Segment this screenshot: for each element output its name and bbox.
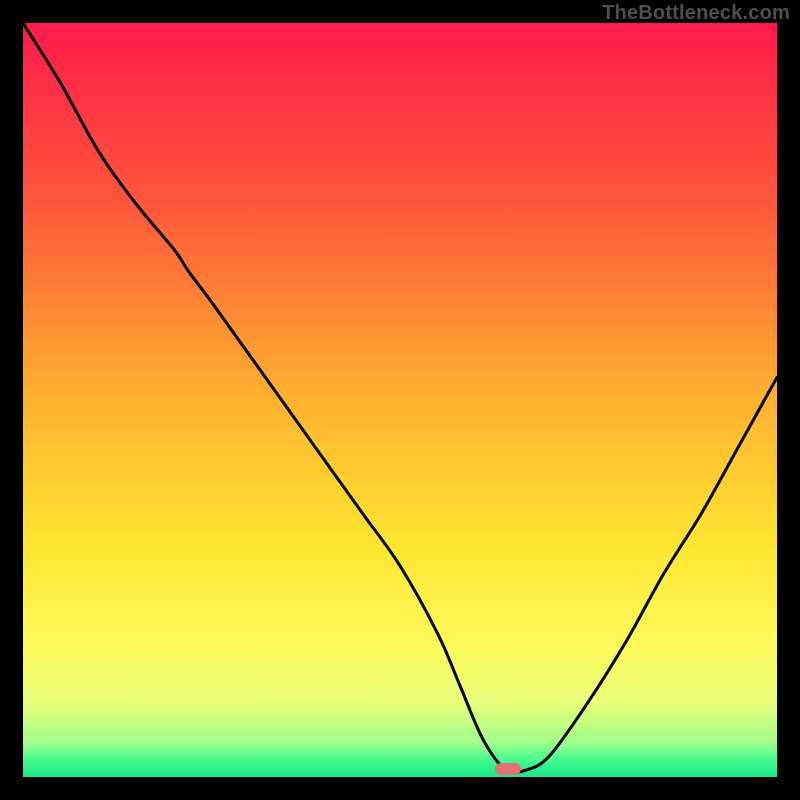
plot-area <box>23 23 777 777</box>
bottleneck-curve <box>23 23 777 777</box>
watermark-text: TheBottleneck.com <box>602 2 790 25</box>
optimal-point-marker <box>495 763 521 775</box>
chart-frame: TheBottleneck.com <box>0 0 800 800</box>
